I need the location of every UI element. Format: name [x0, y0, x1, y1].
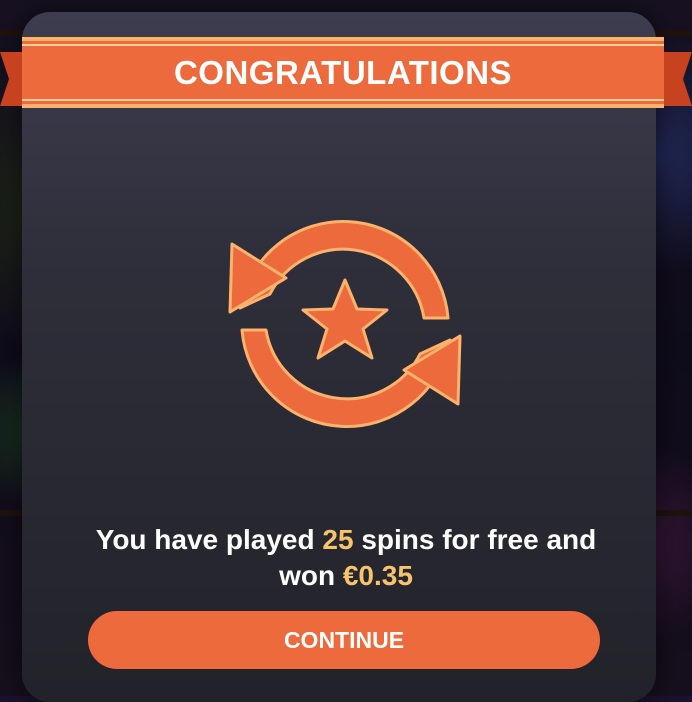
- message-line-2: won €0.35: [279, 560, 413, 591]
- spins-count: 25: [322, 524, 354, 555]
- free-spins-icon: [226, 208, 464, 440]
- result-message: You have played 25 spins for free and wo…: [40, 522, 652, 594]
- continue-button[interactable]: CONTINUE: [88, 611, 600, 669]
- title-ribbon: CONGRATULATIONS: [22, 37, 664, 108]
- message-line-1: You have played 25 spins for free and: [95, 524, 597, 555]
- continue-label: CONTINUE: [283, 626, 405, 653]
- win-amount: €0.35: [342, 560, 413, 591]
- modal-title: CONGRATULATIONS: [173, 53, 513, 91]
